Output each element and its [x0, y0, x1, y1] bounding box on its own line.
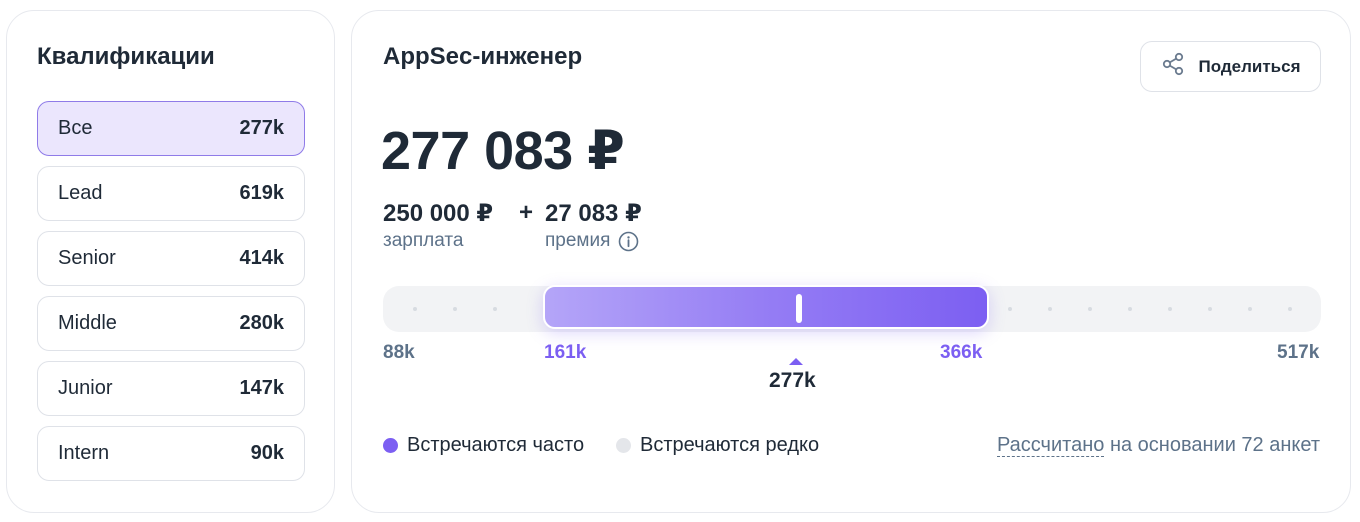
salary-range-bar	[383, 285, 1321, 332]
track-dot	[453, 307, 457, 311]
track-dot	[1208, 307, 1212, 311]
info-icon[interactable]	[618, 231, 639, 252]
share-button[interactable]: Поделиться	[1140, 41, 1321, 92]
median-marker	[796, 294, 802, 323]
salary-panel: AppSec-инженер Поделиться 277 083 ₽ 250 …	[351, 10, 1351, 513]
salary-caption: зарплата	[383, 230, 463, 252]
qualification-value: 280k	[239, 312, 285, 334]
salary-caption-text: зарплата	[383, 230, 464, 251]
qualification-value: 147k	[239, 377, 285, 399]
qualification-label: Все	[58, 117, 93, 139]
legend-frequent: Встречаются часто	[383, 434, 584, 457]
qualification-item-all[interactable]: Все 277k	[37, 101, 305, 156]
track-dot	[1128, 307, 1132, 311]
track-dot	[1168, 307, 1172, 311]
qualification-label: Middle	[58, 312, 117, 334]
qualification-item-lead[interactable]: Lead 619k	[37, 166, 305, 221]
track-dot	[493, 307, 497, 311]
legend-rare-label: Встречаются редко	[640, 434, 820, 456]
qualification-item-junior[interactable]: Junior 147k	[37, 361, 305, 416]
calculation-info-link[interactable]: Рассчитано	[996, 434, 1105, 457]
plus-sign: +	[519, 199, 534, 226]
role-title: AppSec-инженер	[383, 43, 583, 70]
bonus-caption: премия	[545, 230, 639, 252]
legend-frequent-label: Встречаются часто	[407, 434, 585, 456]
qualifications-title: Квалификации	[37, 43, 215, 70]
median-label: 277k	[769, 369, 816, 392]
qualification-value: 277k	[239, 117, 285, 139]
range-min-label: 88k	[383, 342, 415, 363]
track-dot	[1088, 307, 1092, 311]
range-low-label: 161k	[544, 342, 587, 363]
qualification-item-intern[interactable]: Intern 90k	[37, 426, 305, 481]
frequent-range-fill	[543, 285, 989, 329]
legend-rare-dot	[616, 438, 631, 453]
qualification-value: 619k	[239, 182, 285, 204]
basis-rest-text: на основании 72 анкет	[1104, 434, 1320, 456]
total-salary: 277 083 ₽	[381, 121, 625, 181]
track-dot	[1008, 307, 1012, 311]
qualification-item-middle[interactable]: Middle 280k	[37, 296, 305, 351]
qualification-value: 414k	[239, 247, 285, 269]
track-dot	[1048, 307, 1052, 311]
track-dot	[413, 307, 417, 311]
track-dot	[1248, 307, 1252, 311]
bonus-caption-text: премия	[545, 230, 611, 251]
range-max-label: 517k	[1277, 342, 1320, 363]
share-label: Поделиться	[1198, 56, 1301, 76]
qualification-label: Senior	[58, 247, 116, 269]
share-icon	[1160, 51, 1186, 82]
qualification-label: Lead	[58, 182, 103, 204]
qualifications-panel: Квалификации Все 277k Lead 619k Senior 4…	[6, 10, 335, 513]
qualification-label: Intern	[58, 442, 110, 464]
legend-rare: Встречаются редко	[616, 434, 819, 457]
track-dot	[1288, 307, 1292, 311]
basis-note: Рассчитано на основании 72 анкет	[996, 434, 1320, 457]
range-high-label: 366k	[940, 342, 983, 363]
qualification-label: Junior	[58, 377, 113, 399]
qualification-value: 90k	[250, 442, 284, 464]
qualification-item-senior[interactable]: Senior 414k	[37, 231, 305, 286]
median-arrow-icon	[789, 358, 803, 365]
salary-value: 250 000 ₽	[383, 200, 494, 227]
bonus-value: 27 083 ₽	[545, 200, 642, 227]
legend-frequent-dot	[383, 438, 398, 453]
